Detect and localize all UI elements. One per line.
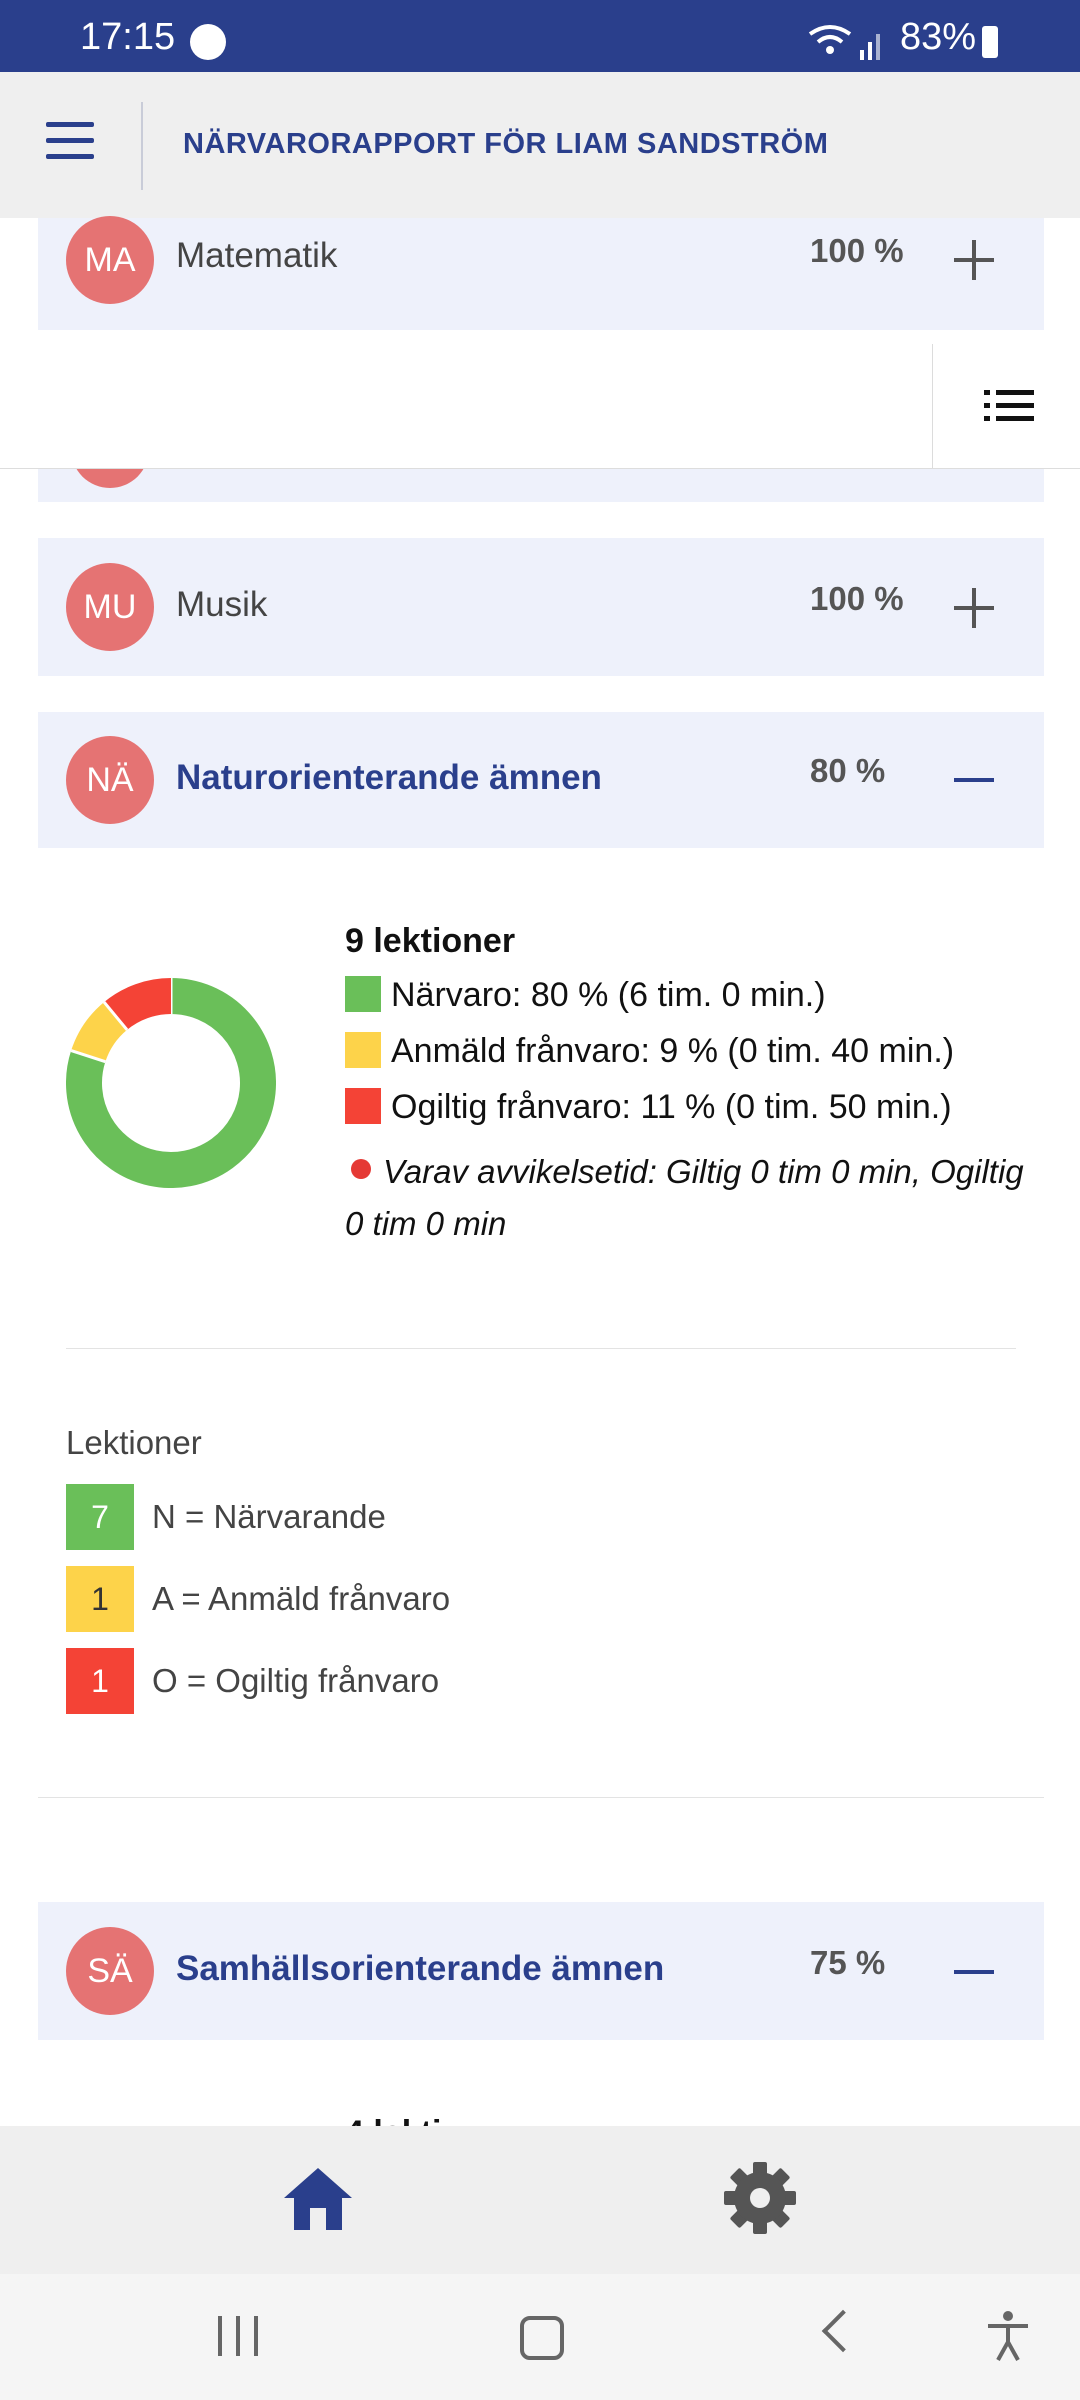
subject-percent: 100 % xyxy=(810,232,904,269)
app-header: NÄRVARORAPPORT FÖR LIAM SANDSTRÖM xyxy=(0,72,1080,218)
divider xyxy=(66,1348,1016,1349)
donut-slice-1 xyxy=(71,1002,128,1063)
call-icon xyxy=(190,24,226,60)
legend-anmald: Anmäld frånvaro: 9 % (0 tim. 40 min.) xyxy=(345,1032,954,1071)
home-icon[interactable] xyxy=(280,2164,356,2234)
lessons-heading: Lektioner xyxy=(66,1424,202,1461)
subject-avatar: NÄ xyxy=(66,736,154,824)
count-label: N = Närvarande xyxy=(152,1498,386,1535)
accessibility-icon[interactable] xyxy=(986,2310,1030,2362)
gear-icon[interactable] xyxy=(722,2160,798,2236)
collapse-minus-icon[interactable] xyxy=(954,1970,994,1974)
expand-plus-icon[interactable] xyxy=(954,588,994,628)
header-divider xyxy=(141,102,143,190)
subject-name: Naturorienterande ämnen xyxy=(176,758,602,797)
lessons-count-title: 9 lektioner xyxy=(345,922,516,960)
subject-avatar: MA xyxy=(66,216,154,304)
count-badge: 7 xyxy=(66,1484,134,1550)
count-badge: 1 xyxy=(66,1648,134,1714)
legend-label: Närvaro: 80 % (6 tim. 0 min.) xyxy=(391,976,826,1014)
signal-icon xyxy=(808,25,880,60)
subject-name: Musik xyxy=(176,585,268,624)
hamburger-icon[interactable] xyxy=(46,122,96,162)
legend-label: Ogiltig frånvaro: 11 % (0 tim. 50 min.) xyxy=(391,1088,952,1126)
count-badge: 1 xyxy=(66,1566,134,1632)
subject-avatar: SÄ xyxy=(66,1927,154,2015)
subject-percent: 75 % xyxy=(810,1944,886,1981)
home-button-icon[interactable] xyxy=(520,2316,564,2360)
battery-icon xyxy=(982,26,998,58)
divider xyxy=(38,1797,1044,1798)
status-bar: 17:15 83% xyxy=(0,0,1080,72)
legend-swatch-red xyxy=(345,1088,381,1124)
legend-narvaro: Närvaro: 80 % (6 tim. 0 min.) xyxy=(345,976,826,1015)
legend-swatch-green xyxy=(345,976,381,1012)
subject-avatar: MU xyxy=(66,563,154,651)
deviation-text: Varav avvikelsetid: Giltig 0 tim 0 min, … xyxy=(345,1153,1024,1242)
subject-card-naturorienterande[interactable]: NÄ Naturorienterande ämnen 80 % xyxy=(38,712,1044,848)
red-dot-icon xyxy=(351,1159,371,1179)
subject-name: Matematik xyxy=(176,236,338,275)
bottom-navigation xyxy=(0,2126,1080,2274)
system-navigation-bar xyxy=(0,2274,1080,2400)
count-label: A = Anmäld frånvaro xyxy=(152,1580,451,1617)
legend-swatch-yellow xyxy=(345,1032,381,1068)
expand-plus-icon[interactable] xyxy=(954,240,994,280)
subject-card-matematik[interactable]: MA Matematik 100 % xyxy=(38,216,1044,330)
subject-percent: 100 % xyxy=(810,580,904,617)
subject-name: Samhällsorienterande ämnen xyxy=(176,1949,665,1988)
status-time: 17:15 xyxy=(80,16,176,58)
donut-slice-2 xyxy=(104,978,172,1031)
attendance-donut-chart xyxy=(66,978,276,1188)
deviation-note: Varav avvikelsetid: Giltig 0 tim 0 min, … xyxy=(345,1146,1025,1250)
battery-percent: 83% xyxy=(900,16,977,58)
legend-label: Anmäld frånvaro: 9 % (0 tim. 40 min.) xyxy=(391,1032,955,1070)
recent-apps-icon[interactable] xyxy=(218,2316,260,2356)
subject-card-samhallsorienterande[interactable]: SÄ Samhällsorienterande ämnen 75 % xyxy=(38,1902,1044,2040)
list-icon[interactable] xyxy=(984,390,1034,422)
floating-toolbar xyxy=(0,344,1080,469)
toolbar-divider xyxy=(932,344,933,468)
collapse-minus-icon[interactable] xyxy=(954,778,994,782)
subject-percent: 80 % xyxy=(810,752,886,789)
back-icon[interactable] xyxy=(821,2309,865,2353)
subject-card-musik[interactable]: MU Musik 100 % xyxy=(38,538,1044,676)
page-title: NÄRVARORAPPORT FÖR LIAM SANDSTRÖM xyxy=(183,128,829,160)
count-label: O = Ogiltig frånvaro xyxy=(152,1662,440,1699)
legend-ogiltig: Ogiltig frånvaro: 11 % (0 tim. 50 min.) xyxy=(345,1088,952,1127)
